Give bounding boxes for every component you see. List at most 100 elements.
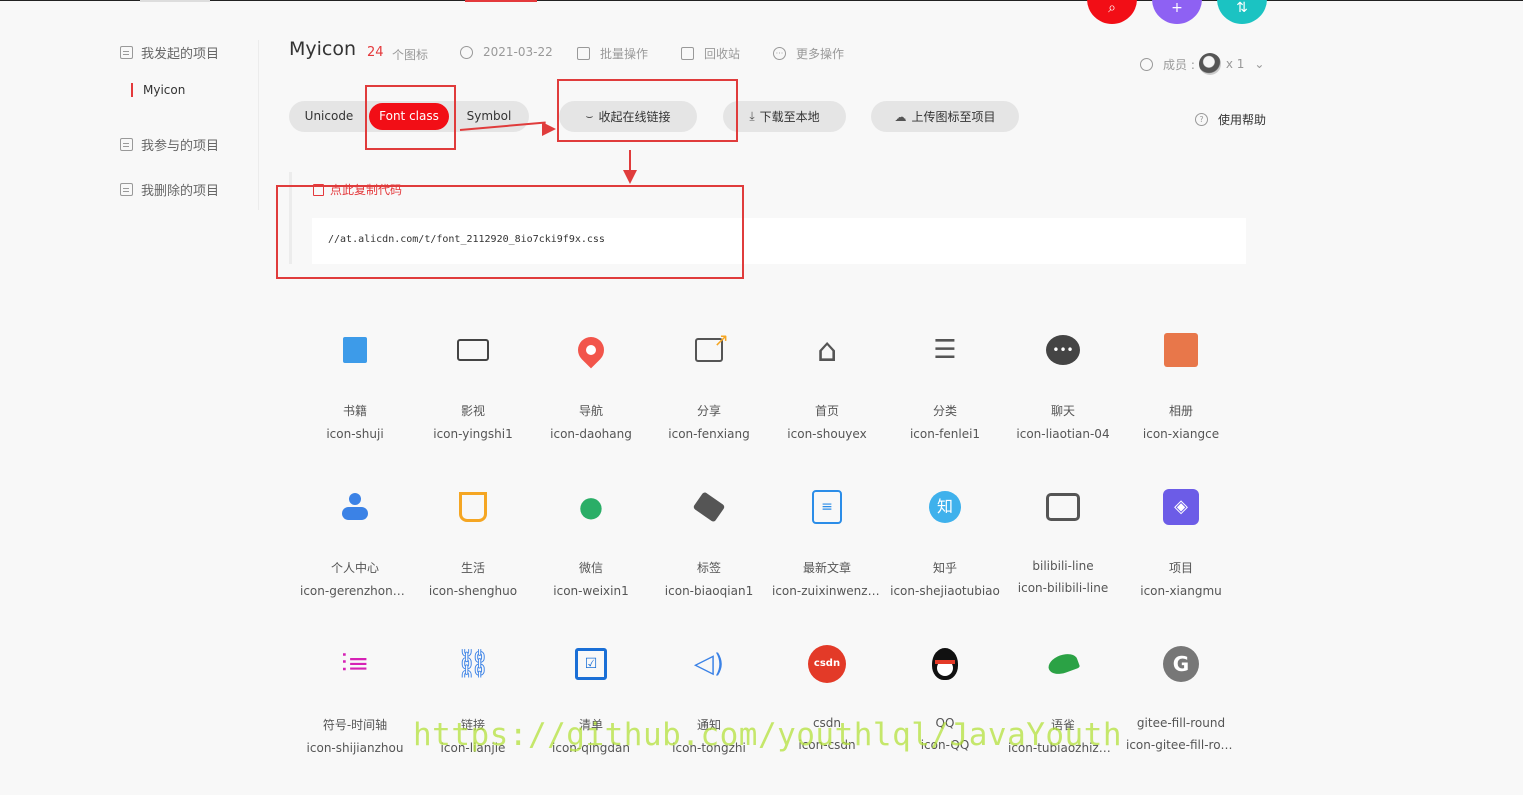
icon-class-name: icon-weixin1 [553, 584, 629, 598]
icon-card[interactable]: 个人中心 icon-gerenzhongxin [296, 488, 414, 598]
icon-name: csdn [812, 716, 842, 730]
tab-unicode[interactable]: Unicode [296, 101, 362, 132]
speaker-icon: ◁) [693, 649, 725, 679]
icon-card[interactable]: 书籍 icon-shuji [296, 331, 414, 441]
icon-count-label: 个图标 [392, 48, 429, 62]
icon-class-name: icon-shuji [326, 427, 384, 441]
layers-icon: ◈ [1162, 488, 1200, 526]
wechat-icon: ● [578, 490, 604, 523]
members-dropdown[interactable]: 成员 : x 1 ⌄ [1140, 53, 1264, 75]
icon-name: gitee-fill-round [1136, 716, 1226, 730]
icon-class-name: icon-xiangmu [1140, 584, 1222, 598]
icon-name: 知乎 [932, 561, 957, 575]
icon-name: 影视 [460, 404, 485, 418]
created-date: 2021-03-22 [460, 45, 553, 59]
icon-card[interactable]: bilibili-line icon-bilibili-line [1004, 488, 1122, 595]
sidebar-item-my-projects[interactable]: 我发起的项目 [120, 43, 219, 62]
help-label: 使用帮助 [1218, 113, 1267, 127]
batch-icon [577, 47, 590, 60]
icon-card[interactable]: csdn csdn icon-csdn [768, 645, 886, 752]
timeline-icon: ⫶≡ [340, 649, 370, 679]
icon-name: 微信 [578, 561, 603, 575]
share-icon: ↗ [690, 330, 729, 369]
chevron-down-icon: ⌄ [1254, 57, 1265, 71]
icon-name: 书籍 [342, 404, 367, 418]
icon-class-name: icon-yingshi1 [433, 427, 513, 441]
tag-icon [690, 488, 728, 526]
csdn-icon: csdn [808, 645, 846, 683]
search-fab-button[interactable]: ⌕ [1087, 0, 1137, 24]
icon-name: 标签 [696, 561, 721, 575]
icon-class-name: icon-shouyex [787, 427, 867, 441]
upload-button[interactable]: ☁ 上传图标至项目 [871, 101, 1019, 132]
batch-label: 批量操作 [600, 47, 649, 61]
icon-class-name: icon-daohang [550, 427, 632, 441]
top-border [0, 0, 1523, 1]
cup-icon [454, 488, 492, 526]
icon-name: 个人中心 [330, 561, 379, 575]
download-icon: ⤓ [749, 109, 755, 123]
help-link[interactable]: ? 使用帮助 [1195, 111, 1266, 128]
icon-card[interactable]: ☰ 分类 icon-fenlei1 [886, 331, 1004, 441]
camera-icon [454, 331, 492, 369]
sidebar-item-joined-projects[interactable]: 我参与的项目 [120, 135, 219, 154]
icon-class-name: icon-lianjie [440, 741, 506, 755]
icon-card[interactable]: ● 微信 icon-weixin1 [532, 488, 650, 599]
icon-card[interactable]: ⛓ 链接 icon-lianjie [414, 645, 532, 756]
trash-icon [681, 47, 694, 60]
icon-name: 通知 [696, 718, 721, 732]
icon-card[interactable]: ◈ 项目 icon-xiangmu [1122, 488, 1240, 598]
more-operations-button[interactable]: ··· 更多操作 [773, 45, 844, 62]
sidebar-project-myicon[interactable]: Myicon [131, 83, 185, 97]
icon-card[interactable]: ≡ 最新文章 icon-zuixinwenzhang [768, 488, 886, 598]
more-icon: ··· [773, 47, 786, 60]
icon-card[interactable]: 相册 icon-xiangce [1122, 331, 1240, 441]
icon-card[interactable]: ◁) 通知 icon-tongzhi [650, 645, 768, 755]
icon-class-name: icon-biaoqian1 [664, 584, 754, 598]
icon-card[interactable]: 生活 icon-shenghuo [414, 488, 532, 598]
add-fab-button[interactable]: + [1152, 0, 1202, 24]
link-icon: ⛓ [455, 647, 491, 680]
sidebar-item-label: 我删除的项目 [141, 184, 220, 199]
download-button[interactable]: ⤓ 下载至本地 [723, 101, 846, 132]
icon-name: 最新文章 [802, 561, 851, 575]
icon-class-name: icon-qingdan [552, 741, 630, 755]
icon-name: 符号-时间轴 [322, 718, 388, 732]
sidebar-item-deleted-projects[interactable]: 我删除的项目 [120, 180, 219, 199]
icon-card[interactable]: QQ icon-QQ [886, 645, 1004, 752]
icon-name: 分享 [696, 404, 721, 418]
book-icon [336, 331, 374, 369]
icon-name: 生活 [460, 561, 485, 575]
trash-button[interactable]: 回收站 [681, 45, 740, 62]
icon-class-name: icon-shejiaotubiao [890, 584, 1000, 598]
icon-card[interactable]: ↗ 分享 icon-fenxiang [650, 330, 768, 441]
icon-card[interactable]: ••• 聊天 icon-liaotian-04 [1004, 331, 1122, 441]
icon-card[interactable]: 影视 icon-yingshi1 [414, 331, 532, 441]
icon-class-name: icon-tongzhi [672, 741, 746, 755]
icon-class-name: icon-QQ [920, 738, 970, 752]
icon-card[interactable]: 标签 icon-biaoqian1 [650, 488, 768, 598]
icon-card[interactable]: Ggitee-fill-round icon-gitee-fill-round [1122, 645, 1240, 752]
icon-name: QQ [935, 716, 955, 730]
icon-card[interactable]: 导航 icon-daohang [532, 331, 650, 441]
list-icon: ☰ [933, 335, 957, 365]
icon-class-name: icon-bilibili-line [1017, 581, 1109, 595]
pin-icon [572, 331, 610, 369]
sidebar-divider [258, 40, 259, 210]
sidebar-item-label: 我发起的项目 [141, 47, 220, 62]
icon-card[interactable]: ⫶≡ 符号-时间轴 icon-shijianzhou [296, 645, 414, 755]
icon-class-name: icon-gitee-fill-round [1126, 738, 1240, 752]
icon-card[interactable]: 语雀 icon-tubiaozhizuomoban [1004, 645, 1122, 755]
sidebar-item-label: 我参与的项目 [141, 139, 220, 154]
members-count: x 1 [1225, 57, 1245, 71]
annotation-arrowhead-down [623, 170, 637, 184]
sort-fab-button[interactable]: ⇅ [1217, 0, 1267, 24]
icon-class-name: icon-shenghuo [428, 584, 518, 598]
icon-card[interactable]: ☑ 清单 icon-qingdan [532, 645, 650, 755]
cloud-upload-icon: ☁ [894, 109, 907, 124]
icon-card[interactable]: ⌂ 首页 icon-shouyex [768, 331, 886, 441]
batch-operation-button[interactable]: 批量操作 [577, 45, 648, 62]
icon-name: 项目 [1168, 561, 1193, 575]
icon-card[interactable]: 知知乎 icon-shejiaotubiao [886, 488, 1004, 598]
download-label: 下载至本地 [759, 110, 820, 124]
